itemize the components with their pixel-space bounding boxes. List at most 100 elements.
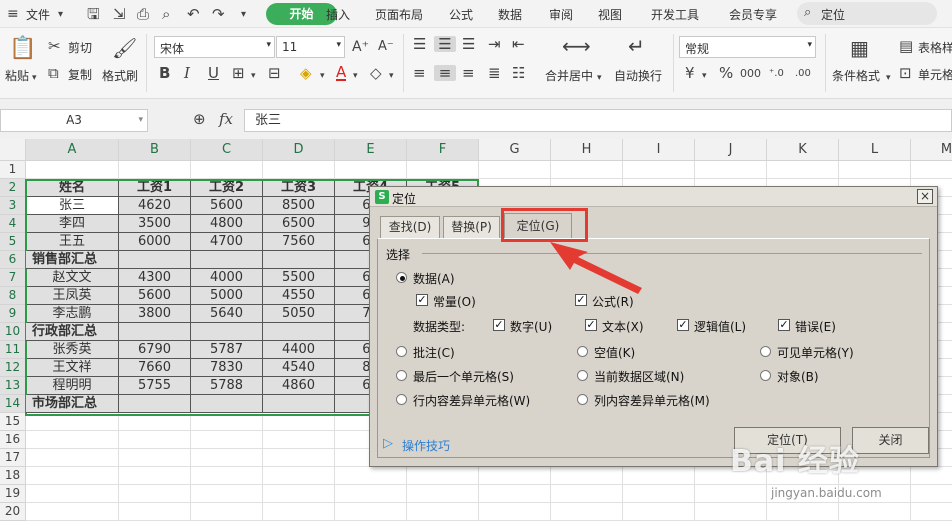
grid-cell[interactable]: [407, 503, 479, 521]
cell-style-button[interactable]: 单元格: [918, 66, 952, 83]
align-left-icon[interactable]: ≡: [413, 65, 426, 81]
tab-developer[interactable]: 开发工具: [651, 6, 699, 23]
save-icon[interactable]: 🖫: [87, 6, 100, 22]
grid-cell[interactable]: [479, 503, 551, 521]
merge-center-button[interactable]: 合并居中: [545, 67, 593, 84]
print-preview-icon[interactable]: ⌕: [162, 6, 170, 22]
data-radio[interactable]: [396, 272, 407, 283]
salary-cell[interactable]: 5755: [119, 377, 191, 395]
decrease-font-icon[interactable]: A⁻: [378, 39, 394, 55]
justify-icon[interactable]: ≣: [488, 65, 501, 81]
grid-cell[interactable]: [191, 467, 263, 485]
cut-button[interactable]: 剪切: [68, 39, 92, 56]
copy-icon[interactable]: ⧉: [48, 65, 59, 81]
table-style-button[interactable]: 表格样: [918, 39, 952, 56]
font-color-icon[interactable]: A: [336, 65, 347, 81]
paste-button[interactable]: 粘贴: [5, 67, 29, 84]
tab-replace[interactable]: 替换(P): [443, 216, 500, 238]
cut-icon[interactable]: ✂: [48, 38, 61, 54]
error-checkbox[interactable]: ✓: [778, 319, 790, 331]
grid-cell[interactable]: [263, 449, 335, 467]
tab-data[interactable]: 数据: [498, 6, 522, 23]
salary-cell[interactable]: [119, 323, 191, 341]
salary-cell[interactable]: [191, 251, 263, 269]
outdent-icon[interactable]: ⇤: [512, 36, 525, 52]
name-cell[interactable]: 王凤英: [26, 287, 119, 305]
salary-cell[interactable]: 4860: [263, 377, 335, 395]
constant-checkbox[interactable]: ✓: [416, 294, 428, 306]
merge-dropdown-icon[interactable]: ▾: [597, 70, 602, 86]
align-middle-icon[interactable]: ☰: [434, 36, 456, 52]
salary-cell[interactable]: 3800: [119, 305, 191, 323]
grid-cell[interactable]: [767, 503, 839, 521]
blank-radio[interactable]: [577, 346, 588, 357]
grid-cell[interactable]: [26, 161, 119, 179]
grid-cell[interactable]: [551, 503, 623, 521]
name-cell[interactable]: 赵文文: [26, 269, 119, 287]
grid-cell[interactable]: [551, 485, 623, 503]
grid-cell[interactable]: [335, 503, 407, 521]
redo-icon[interactable]: ↷: [212, 6, 225, 22]
name-cell[interactable]: 销售部汇总: [26, 251, 119, 269]
row-header-3[interactable]: 3: [0, 197, 26, 215]
borders-icon[interactable]: ⊞: [232, 65, 245, 81]
col-diff-radio[interactable]: [577, 394, 588, 405]
comment-radio[interactable]: [396, 346, 407, 357]
grid-cell[interactable]: [191, 449, 263, 467]
merge-icon[interactable]: ⊟: [268, 65, 281, 81]
name-cell[interactable]: 王五: [26, 233, 119, 251]
undo-icon[interactable]: ↶: [187, 6, 200, 22]
formula-input[interactable]: 张三: [244, 109, 952, 132]
wrap-text-button[interactable]: 自动换行: [614, 67, 662, 84]
salary-cell[interactable]: 3500: [119, 215, 191, 233]
salary-cell[interactable]: [263, 251, 335, 269]
salary-cell[interactable]: 5000: [191, 287, 263, 305]
grid-cell[interactable]: [263, 467, 335, 485]
salary-cell[interactable]: 5050: [263, 305, 335, 323]
grid-cell[interactable]: [479, 485, 551, 503]
grid-cell[interactable]: [695, 503, 767, 521]
name-cell[interactable]: 程明明: [26, 377, 119, 395]
font-color-dropdown-icon[interactable]: ▾: [353, 68, 358, 84]
salary-cell[interactable]: 4800: [191, 215, 263, 233]
column-header-k[interactable]: K: [767, 139, 839, 161]
column-header-f[interactable]: F: [407, 139, 479, 161]
table-header-cell[interactable]: 工资3: [263, 179, 335, 197]
row-header-20[interactable]: 20: [0, 503, 26, 521]
grid-cell[interactable]: [551, 161, 623, 179]
grid-cell[interactable]: [623, 503, 695, 521]
grid-cell[interactable]: [911, 161, 952, 179]
column-header-l[interactable]: L: [839, 139, 911, 161]
row-header-13[interactable]: 13: [0, 377, 26, 395]
salary-cell[interactable]: 4620: [119, 197, 191, 215]
salary-cell[interactable]: 6790: [119, 341, 191, 359]
grid-cell[interactable]: [479, 161, 551, 179]
conditional-dropdown-icon[interactable]: ▾: [886, 70, 891, 86]
grid-cell[interactable]: [911, 467, 952, 485]
borders-dropdown-icon[interactable]: ▾: [251, 68, 256, 84]
salary-cell[interactable]: 6000: [119, 233, 191, 251]
tab-member[interactable]: 会员专享: [729, 6, 777, 23]
tab-review[interactable]: 审阅: [549, 6, 573, 23]
play-icon[interactable]: ▷: [383, 436, 393, 452]
salary-cell[interactable]: 4400: [263, 341, 335, 359]
table-header-cell[interactable]: 工资2: [191, 179, 263, 197]
grid-cell[interactable]: [191, 413, 263, 431]
thousands-icon[interactable]: 000: [740, 66, 761, 82]
select-all-corner[interactable]: [0, 139, 26, 161]
salary-cell[interactable]: 4700: [191, 233, 263, 251]
row-header-12[interactable]: 12: [0, 359, 26, 377]
paste-dropdown-icon[interactable]: ▾: [32, 70, 37, 86]
salary-cell[interactable]: [263, 395, 335, 413]
row-header-14[interactable]: 14: [0, 395, 26, 413]
name-cell[interactable]: 王文祥: [26, 359, 119, 377]
objects-radio[interactable]: [760, 370, 771, 381]
grid-cell[interactable]: [407, 161, 479, 179]
zoom-icon[interactable]: ⊕: [193, 111, 206, 127]
format-painter-button[interactable]: 格式刷: [102, 67, 138, 84]
column-header-e[interactable]: E: [335, 139, 407, 161]
name-cell[interactable]: 李四: [26, 215, 119, 233]
row-diff-radio[interactable]: [396, 394, 407, 405]
close-icon[interactable]: ×: [917, 189, 933, 204]
grid-cell[interactable]: [26, 413, 119, 431]
